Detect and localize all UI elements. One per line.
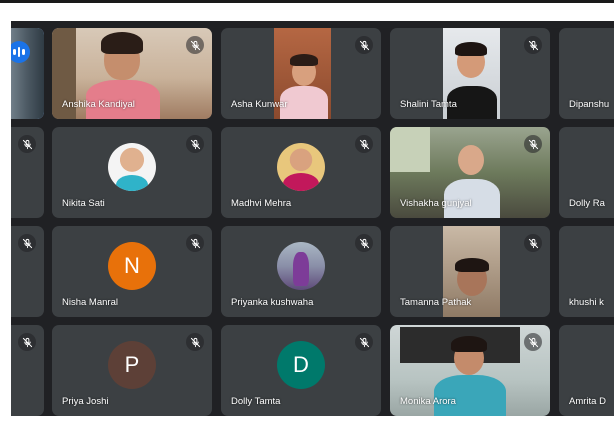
participant-tile-nisha[interactable]: N Nisha Manral (52, 226, 212, 317)
person-hair (451, 336, 487, 352)
participant-tile-khushi[interactable]: khushi k (559, 226, 614, 317)
participant-tile[interactable] (11, 28, 44, 119)
mic-muted-icon (355, 36, 373, 54)
initial-avatar: P (108, 341, 156, 390)
participant-name: Dolly Tamta (231, 396, 281, 407)
participant-tile[interactable] (11, 127, 44, 218)
participant-name: Monika Arora (400, 396, 456, 407)
person-shape (293, 252, 309, 287)
participant-tile-amrita[interactable]: Amrita D (559, 325, 614, 416)
person-hair (455, 258, 489, 272)
person-shirt (283, 173, 319, 192)
room-window (390, 127, 430, 172)
avatar-initial: P (124, 352, 140, 378)
participant-tile-nikita[interactable]: Nikita Sati (52, 127, 212, 218)
profile-photo (277, 143, 325, 192)
participant-tile-priya[interactable]: P Priya Joshi (52, 325, 212, 416)
avatar-initial: D (293, 352, 309, 378)
participant-tile-dipanshu[interactable]: Dipanshu (559, 28, 614, 119)
mic-muted-icon (18, 333, 36, 351)
participant-name: Priya Joshi (62, 396, 109, 407)
participant-tile-madhvi[interactable]: Madhvi Mehra (221, 127, 381, 218)
participant-name: Madhvi Mehra (231, 198, 292, 209)
participant-tile-monika[interactable]: Monika Arora (390, 325, 550, 416)
participant-tile-vishakha[interactable]: Vishakha gunjyal (390, 127, 550, 218)
participant-name: Vishakha gunjyal (400, 198, 472, 209)
participant-name: Amrita D (569, 396, 606, 407)
person-hair (455, 42, 487, 56)
person-shirt (116, 175, 148, 192)
mic-muted-icon (186, 135, 204, 153)
participant-tile-tamanna[interactable]: Tamanna Pathak (390, 226, 550, 317)
participant-name: Dipanshu (569, 99, 610, 110)
top-border (0, 0, 614, 3)
mic-muted-icon (355, 135, 373, 153)
person-hair (290, 54, 318, 66)
participant-name: Nisha Manral (62, 297, 118, 308)
participant-tile-shalini[interactable]: Shalini Tamta (390, 28, 550, 119)
participant-tile-anshika[interactable]: Anshika Kandiyal (52, 28, 212, 119)
profile-photo (108, 143, 156, 192)
initial-avatar: D (277, 341, 325, 390)
participant-tile[interactable] (11, 325, 44, 416)
participant-name: Nikita Sati (62, 198, 105, 209)
mic-muted-icon (524, 36, 542, 54)
participant-name: Anshika Kandiyal (62, 99, 135, 110)
participant-tile-priyanka[interactable]: Priyanka kushwaha (221, 226, 381, 317)
mic-muted-icon (524, 333, 542, 351)
participant-name: Asha Kunwar (231, 99, 288, 110)
participant-tile-dolly-tamta[interactable]: D Dolly Tamta (221, 325, 381, 416)
person-hair (101, 32, 143, 54)
profile-photo (277, 242, 325, 291)
participant-name: Dolly Ra (569, 198, 605, 209)
mic-muted-icon (524, 135, 542, 153)
person-shape (458, 145, 484, 175)
avatar-initial: N (124, 253, 140, 279)
mic-muted-icon (18, 135, 36, 153)
mic-muted-icon (186, 333, 204, 351)
participant-tile[interactable] (11, 226, 44, 317)
meeting-grid: Anshika Kandiyal Asha Kunwar Shalini Tam… (11, 21, 614, 416)
participant-name: khushi k (569, 297, 604, 308)
mic-muted-icon (186, 234, 204, 252)
participant-tile-asha[interactable]: Asha Kunwar (221, 28, 381, 119)
participant-name: Priyanka kushwaha (231, 297, 314, 308)
participant-name: Shalini Tamta (400, 99, 457, 110)
mic-muted-icon (18, 234, 36, 252)
mic-muted-icon (186, 36, 204, 54)
mic-muted-icon (355, 234, 373, 252)
participant-name: Tamanna Pathak (400, 297, 472, 308)
participant-tile-dolly-ra[interactable]: Dolly Ra (559, 127, 614, 218)
mic-muted-icon (355, 333, 373, 351)
mic-muted-icon (524, 234, 542, 252)
initial-avatar: N (108, 242, 156, 291)
